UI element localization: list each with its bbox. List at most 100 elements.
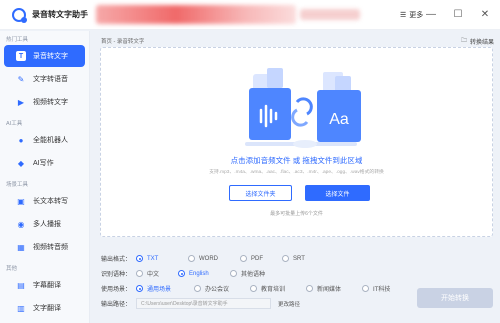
- start-convert-button[interactable]: 开始转换: [417, 288, 493, 308]
- svg-text:Aa: Aa: [329, 111, 349, 128]
- format-radio-word[interactable]: WORD: [188, 255, 240, 262]
- options-panel: 输出格式： TXT WORD PDF SRT 识别语种： 中文 English …: [101, 251, 390, 311]
- sidebar-item-label: 全能机器人: [33, 137, 68, 144]
- convert-result-button[interactable]: 🗀 转换结果: [461, 36, 494, 46]
- sidebar-group-title: 热门工具: [6, 37, 29, 43]
- output-path-field[interactable]: C:\Users\user\Desktop\录音转文字助手: [136, 298, 271, 309]
- scenario-row: 使用场景： 通用场景 办公会议 教育培训 新闻媒体 IT科技: [101, 281, 390, 296]
- sidebar: 热门工具 T 录音转文字 ✎ 文字转语音 ▶ 视频转文字 AI工具 ● 全能机器…: [0, 31, 90, 323]
- sidebar-item-multi-speaker[interactable]: ◉ 多人播报: [4, 213, 85, 235]
- format-radio-srt[interactable]: SRT: [282, 255, 305, 262]
- radio-label: 通用场景: [147, 287, 172, 293]
- minimize-icon[interactable]: —: [424, 7, 438, 21]
- language-radio-other[interactable]: 其他语种: [230, 269, 265, 278]
- radio-label: 新闻媒体: [317, 287, 342, 293]
- sidebar-item-label: 录音转文字: [33, 53, 68, 60]
- radio-label: TXT: [147, 255, 159, 262]
- radio-dot: [188, 255, 195, 262]
- radio-dot: [306, 285, 313, 292]
- pen-icon: ✎: [17, 74, 25, 84]
- convert-result-label: 转换结果: [469, 39, 494, 46]
- sidebar-item-audio-to-text[interactable]: T 录音转文字: [4, 45, 85, 67]
- sidebar-group-title: 场景工具: [6, 182, 29, 188]
- sidebar-item-text-translate[interactable]: ▥ 文字翻译: [4, 297, 85, 319]
- sidebar-item-label: 长文本转写: [33, 198, 68, 205]
- sidebar-item-robot[interactable]: ● 全能机器人: [4, 129, 85, 151]
- radio-label: 其他语种: [241, 272, 266, 278]
- redacted-chip: [300, 9, 360, 20]
- output-path-label: 输出路径：: [101, 302, 132, 308]
- format-radio-txt[interactable]: TXT: [136, 255, 188, 262]
- radio-label: WORD: [199, 255, 218, 262]
- sidebar-group-title: 其他: [6, 266, 18, 272]
- select-file-button[interactable]: 选择文件: [305, 185, 370, 201]
- sidebar-group-title: AI工具: [6, 121, 23, 127]
- more-label: 更多: [409, 12, 424, 19]
- robot-icon: ●: [18, 135, 24, 145]
- redacted-banner: [96, 5, 296, 24]
- select-folder-button[interactable]: 选择文件夹: [229, 185, 292, 201]
- language-label: 识别语种：: [101, 272, 132, 278]
- output-format-label: 输出格式：: [101, 257, 132, 263]
- scenario-radio-it[interactable]: IT科技: [362, 284, 390, 293]
- scenario-radio-news[interactable]: 新闻媒体: [306, 284, 362, 293]
- radio-dot: [282, 255, 289, 262]
- sidebar-item-video-to-text[interactable]: ▶ 视频转文字: [4, 91, 85, 113]
- document-icon: ▣: [17, 196, 25, 206]
- drop-hint[interactable]: 点击添加音频文件 或 拖拽文件到此区域: [101, 155, 492, 166]
- radio-dot: [194, 285, 201, 292]
- upload-limit-text: 最多可批量上传6个文件: [270, 211, 323, 217]
- sidebar-item-video-to-audio[interactable]: ▦ 视频转音频: [4, 236, 85, 258]
- translate-icon: ▥: [17, 303, 25, 313]
- output-format-row: 输出格式： TXT WORD PDF SRT: [101, 251, 390, 266]
- text-icon: T: [16, 51, 26, 61]
- sidebar-item-long-text[interactable]: ▣ 长文本转写: [4, 190, 85, 212]
- change-path-button[interactable]: 更改路径: [278, 300, 300, 308]
- play-icon: ▶: [17, 97, 25, 107]
- scenario-label: 使用场景：: [101, 287, 132, 293]
- radio-dot: [136, 255, 143, 262]
- radio-dot: [250, 285, 257, 292]
- ai-writing-icon: ◆: [17, 158, 25, 168]
- radio-label: 中文: [147, 272, 160, 278]
- radio-label: IT科技: [373, 287, 391, 293]
- language-radio-english[interactable]: English: [178, 270, 230, 277]
- app-title: 录音转文字助手: [32, 10, 88, 19]
- supported-formats-text: 支持.mp3、.m4a、.wma、.aac、.flac、.ac3、.m4r、.a…: [209, 170, 384, 175]
- upload-illustration-icon: Aa: [245, 68, 361, 148]
- title-bar: 录音转文字助手 ☰ 更多 — ☐ ✕: [0, 0, 500, 30]
- radio-dot: [136, 270, 143, 277]
- speaker-icon: ◉: [17, 219, 25, 229]
- format-radio-pdf[interactable]: PDF: [240, 255, 282, 262]
- sidebar-item-label: 视频转文字: [33, 99, 68, 106]
- radio-label: English: [189, 270, 209, 277]
- radio-label: SRT: [293, 255, 305, 262]
- sidebar-item-text-to-speech[interactable]: ✎ 文字转语音: [4, 68, 85, 90]
- breadcrumb: 首页 - 录音转文字: [101, 39, 145, 45]
- sidebar-item-label: 文字转语音: [33, 76, 68, 83]
- radio-label: 教育培训: [261, 287, 286, 293]
- sidebar-item-label: 视频转音频: [33, 244, 68, 251]
- menu-icon: ☰: [400, 12, 407, 19]
- radio-dot: [178, 270, 185, 277]
- radio-dot: [240, 255, 247, 262]
- app-logo-icon: [12, 7, 27, 23]
- sidebar-item-label: 多人播报: [33, 221, 61, 228]
- sidebar-item-subtitle-translate[interactable]: ▤ 字幕翻译: [4, 274, 85, 296]
- language-radio-chinese[interactable]: 中文: [136, 269, 178, 278]
- radio-label: PDF: [251, 255, 263, 262]
- scenario-radio-general[interactable]: 通用场景: [136, 284, 194, 293]
- file-drop-zone[interactable]: Aa 点击添加音频文件 或 拖拽文件到此区域 支持.mp3、.m4a、.wma、…: [100, 47, 493, 237]
- maximize-icon[interactable]: ☐: [451, 7, 465, 21]
- radio-label: 办公会议: [205, 287, 230, 293]
- subtitle-icon: ▤: [17, 280, 25, 290]
- sidebar-item-ai-writing[interactable]: ◆ AI写作: [4, 152, 85, 174]
- scenario-radio-education[interactable]: 教育培训: [250, 284, 306, 293]
- language-row: 识别语种： 中文 English 其他语种: [101, 266, 390, 281]
- scenario-radio-meeting[interactable]: 办公会议: [194, 284, 250, 293]
- close-icon[interactable]: ✕: [478, 7, 492, 21]
- radio-dot: [136, 285, 143, 292]
- folder-icon: 🗀: [460, 38, 467, 44]
- video-icon: ▦: [17, 242, 25, 252]
- more-menu-button[interactable]: ☰ 更多: [400, 10, 423, 20]
